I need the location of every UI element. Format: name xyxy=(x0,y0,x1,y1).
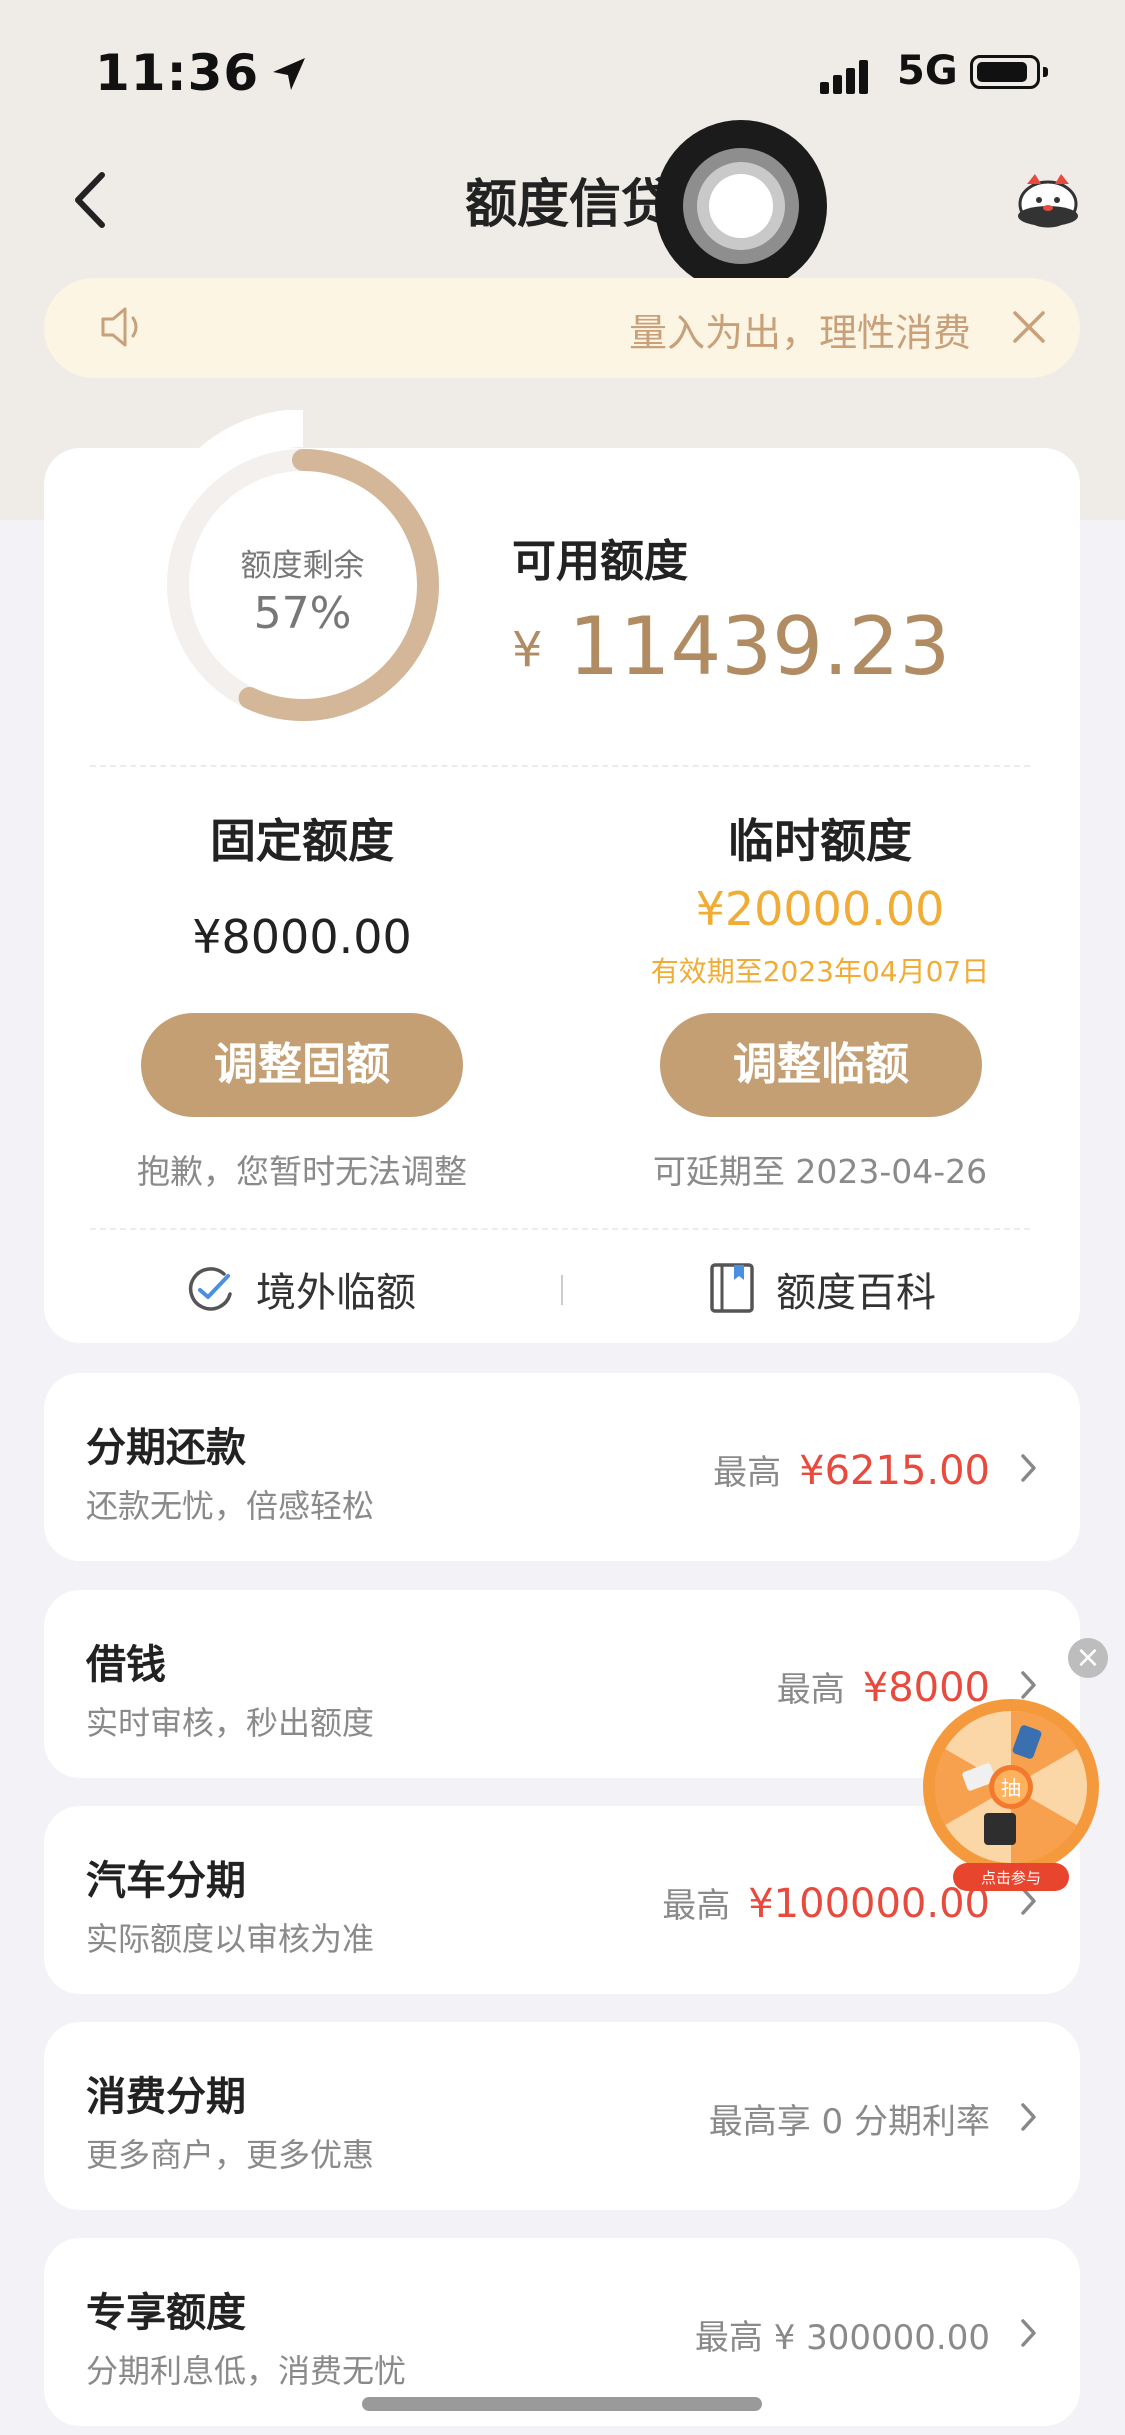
temporary-credit-note: 可延期至 2023-04-26 xyxy=(652,1152,988,1191)
fixed-credit-title: 固定额度 xyxy=(210,814,394,868)
list-item-title: 消费分期 xyxy=(86,2074,246,2120)
overseas-credit-label: 境外临额 xyxy=(256,1270,416,1316)
list-item-title: 汽车分期 xyxy=(86,1858,246,1904)
lottery-wheel-widget[interactable]: 抽 点击参与 xyxy=(920,1695,1102,1895)
available-credit-amount: ¥11439.23 xyxy=(512,600,950,693)
list-item-limit: 最高 ¥ 300000.00 xyxy=(694,2318,990,2358)
book-icon xyxy=(708,1262,756,1318)
network-type: 5G xyxy=(897,48,958,94)
adjust-fixed-credit-button[interactable]: 调整固额 xyxy=(141,1013,463,1117)
adjust-temporary-credit-button[interactable]: 调整临额 xyxy=(660,1013,982,1117)
assistive-touch-button[interactable] xyxy=(655,120,827,292)
battery-icon xyxy=(970,55,1048,89)
available-credit-label: 可用额度 xyxy=(512,536,688,587)
temporary-credit-validity: 有效期至2023年04月07日 xyxy=(650,955,990,988)
chevron-right-icon xyxy=(1021,2319,1036,2347)
mascot-icon[interactable] xyxy=(1013,170,1083,230)
divider xyxy=(90,765,1030,767)
back-button[interactable] xyxy=(62,165,122,235)
list-item-subtitle: 实际额度以审核为准 xyxy=(86,1920,375,1958)
lottery-badge-text: 点击参与 xyxy=(981,1869,1041,1887)
credit-encyclopedia-label: 额度百科 xyxy=(776,1270,936,1316)
available-amount-value: 11439.23 xyxy=(568,600,951,693)
fixed-credit-amount: ¥8000.00 xyxy=(192,910,412,964)
link-separator xyxy=(561,1275,563,1305)
chevron-right-icon xyxy=(1021,2103,1036,2131)
list-item-title: 借钱 xyxy=(86,1642,166,1688)
speaker-icon xyxy=(99,304,149,354)
ring-percent: 57% xyxy=(253,588,352,639)
overseas-credit-link[interactable]: 境外临额 xyxy=(186,1260,446,1320)
list-item-installment-repayment[interactable]: 分期还款 还款无忧，倍感轻松 最高 ¥6215.00 xyxy=(44,1373,1080,1561)
notice-text: 量入为出，理性消费 xyxy=(629,311,972,355)
globe-check-icon xyxy=(186,1264,236,1318)
list-item-subtitle: 实时审核，秒出额度 xyxy=(86,1704,375,1742)
page-title: 额度信贷 xyxy=(465,175,674,235)
list-item-subtitle: 还款无忧，倍感轻松 xyxy=(86,1487,375,1525)
currency-symbol: ¥ xyxy=(512,622,543,678)
list-item-subtitle: 分期利息低，消费无忧 xyxy=(86,2352,407,2390)
list-item-limit: 最高 ¥6215.00 xyxy=(713,1448,990,1494)
home-indicator[interactable] xyxy=(362,2397,762,2411)
credit-encyclopedia-link[interactable]: 额度百科 xyxy=(708,1260,968,1320)
list-item-subtitle: 更多商户，更多优惠 xyxy=(86,2136,375,2174)
temporary-credit-title: 临时额度 xyxy=(728,814,912,868)
list-item-title: 分期还款 xyxy=(86,1425,246,1471)
lottery-center-text: 抽 xyxy=(1001,1776,1021,1800)
fixed-credit-note: 抱歉，您暂时无法调整 xyxy=(137,1152,467,1191)
ring-label: 额度剩余 xyxy=(240,548,365,584)
notice-close-button[interactable] xyxy=(1010,308,1048,350)
lottery-close-button[interactable]: × xyxy=(1068,1638,1108,1678)
list-item-consumer-installment[interactable]: 消费分期 更多商户，更多优惠 最高享 0 分期利率 xyxy=(44,2022,1080,2210)
divider xyxy=(90,1228,1030,1230)
temporary-credit-amount: ¥20000.00 xyxy=(695,882,945,936)
cellular-signal-icon xyxy=(820,58,880,102)
list-item-title: 专享额度 xyxy=(86,2290,246,2336)
chevron-right-icon xyxy=(1021,1454,1036,1482)
close-icon xyxy=(1013,311,1045,343)
chevron-left-icon xyxy=(75,172,105,228)
location-arrow-icon xyxy=(269,48,309,106)
status-time: 11:36 xyxy=(95,44,309,106)
notice-bar: 量入为出，理性消费 xyxy=(44,278,1080,378)
list-item-limit: 最高享 0 分期利率 xyxy=(708,2102,990,2142)
